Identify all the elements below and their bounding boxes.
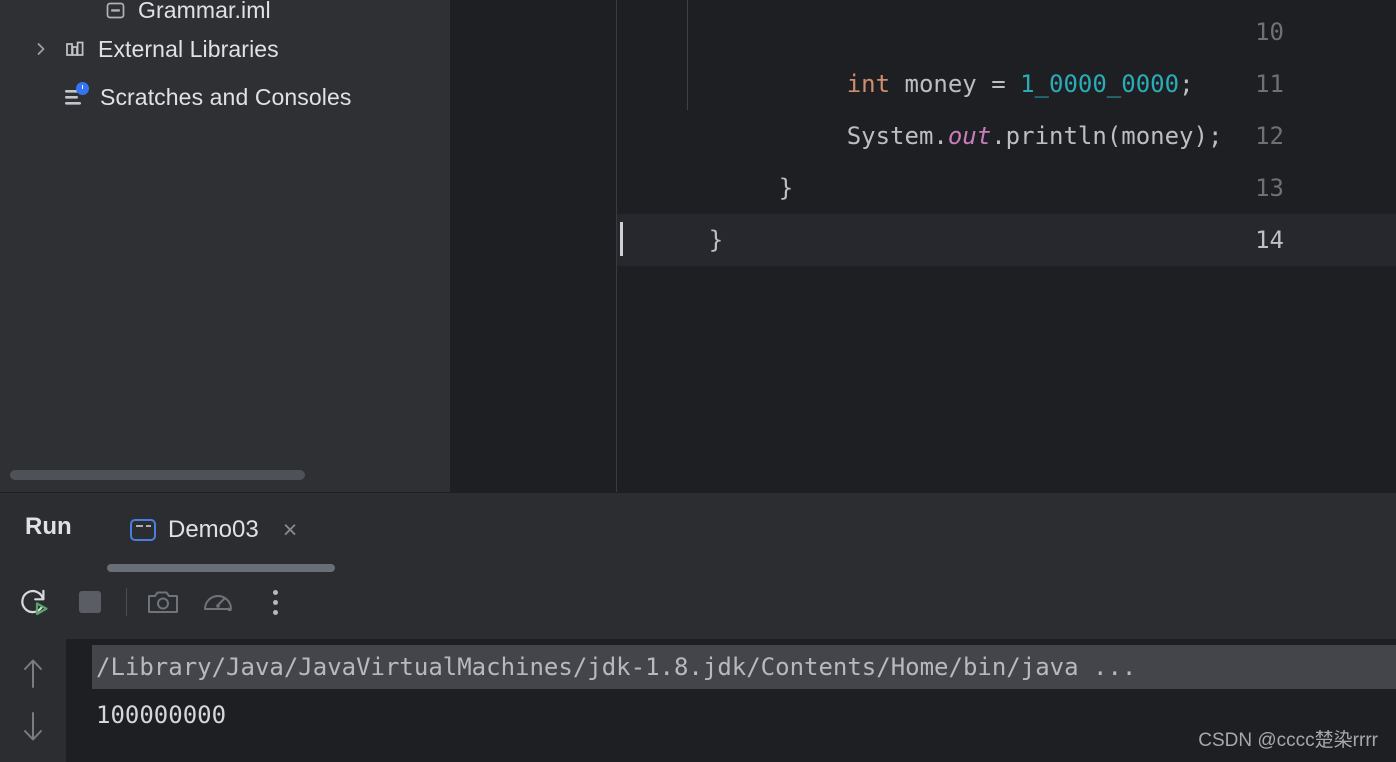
ide-window: Grammar.iml External Libraries Scratches…: [0, 0, 1396, 762]
rerun-button[interactable]: [6, 574, 62, 630]
project-tool-window: Grammar.iml External Libraries Scratches…: [0, 0, 450, 492]
run-toolbar: [0, 574, 1396, 630]
watermark: CSDN @cccc楚染rrrr: [1198, 730, 1378, 751]
code-line[interactable]: }: [616, 162, 1396, 254]
screenshot-button[interactable]: [135, 574, 191, 630]
editor-gutter[interactable]: [450, 0, 616, 492]
stop-icon: [79, 591, 101, 613]
more-options-button[interactable]: [247, 574, 303, 630]
gauge-icon: [204, 595, 232, 611]
tree-item-label: External Libraries: [98, 35, 279, 62]
chevron-right-icon[interactable]: [28, 25, 54, 73]
profiler-button[interactable]: [191, 574, 247, 630]
console-gutter: [0, 639, 66, 762]
code-line-current[interactable]: [616, 214, 1396, 266]
run-tab-demo03[interactable]: Demo03 ×: [130, 507, 297, 553]
run-tool-window: Run Demo03 × /Library/Java/JavaVirtualMa…: [0, 492, 1396, 762]
code-line[interactable]: int money = 1_0000_0000;: [616, 6, 1396, 98]
console-text-area[interactable]: /Library/Java/JavaVirtualMachines/jdk-1.…: [66, 639, 1396, 762]
camera-icon: [148, 591, 178, 613]
arrow-up-icon: [24, 659, 42, 688]
console-line-command: /Library/Java/JavaVirtualMachines/jdk-1.…: [92, 645, 1396, 689]
code-editor[interactable]: 10 11 12 13 14 int money = 1_0000_0000; …: [450, 0, 1396, 492]
code-line[interactable]: }: [616, 110, 1396, 202]
project-tree-horizontal-scrollbar[interactable]: [10, 470, 305, 480]
tree-item-external-libraries[interactable]: External Libraries: [0, 25, 450, 73]
text-caret: [620, 222, 623, 256]
tree-item-scratches-and-consoles[interactable]: Scratches and Consoles: [0, 73, 450, 121]
code-line[interactable]: System.out.println(money);: [616, 58, 1396, 150]
stop-button[interactable]: [62, 574, 118, 630]
scroll-up-button[interactable]: [16, 653, 50, 698]
run-tab-scrollbar[interactable]: [107, 564, 335, 572]
scratches-icon: [62, 73, 92, 121]
scroll-down-button[interactable]: [16, 707, 50, 752]
tree-item-label: Scratches and Consoles: [100, 83, 352, 110]
three-dots-icon: [272, 589, 278, 615]
console-output[interactable]: /Library/Java/JavaVirtualMachines/jdk-1.…: [0, 639, 1396, 762]
run-window-header: Run Demo03 ×: [0, 493, 1396, 571]
rerun-icon: [21, 589, 48, 616]
library-icon: [60, 25, 90, 73]
clock-badge-icon: [76, 82, 89, 95]
console-line-output: 100000000: [96, 701, 227, 729]
tree-item-label: Grammar.iml: [138, 0, 271, 23]
arrow-down-icon: [24, 712, 42, 741]
close-icon[interactable]: ×: [283, 517, 298, 543]
run-configuration-icon: [130, 519, 156, 541]
run-window-title: Run: [25, 513, 72, 540]
run-tab-label: Demo03: [168, 516, 259, 543]
toolbar-separator: [126, 588, 127, 616]
